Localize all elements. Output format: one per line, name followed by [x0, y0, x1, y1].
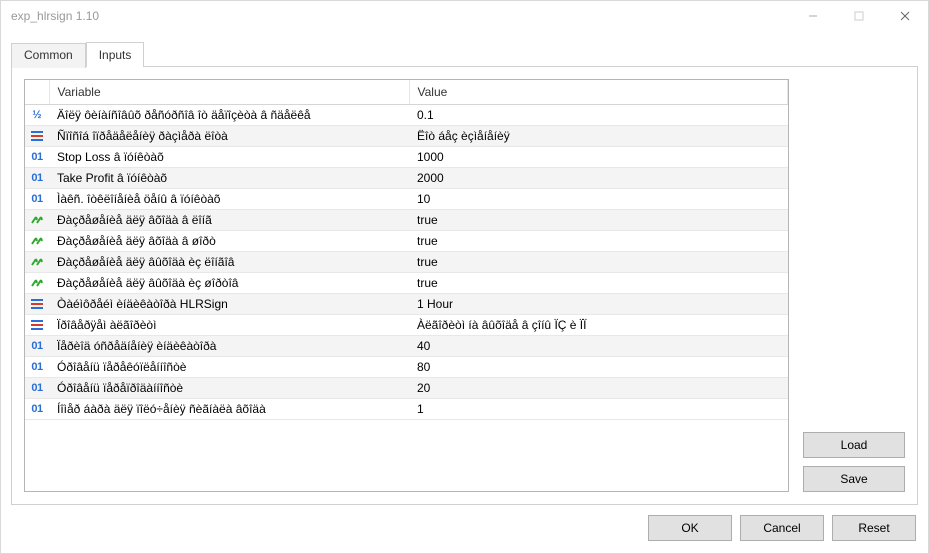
enum-type-icon — [29, 296, 45, 312]
table-row[interactable]: Ðàçðåøåíèå äëÿ âõîäà â ëîíãtrue — [25, 210, 788, 231]
row-type-icon-cell — [25, 126, 49, 147]
row-type-icon-cell: 01 — [25, 189, 49, 210]
variable-cell: Ðàçðåøåíèå äëÿ âûõîäà èç ëîíãîâ — [49, 252, 409, 273]
row-type-icon-cell — [25, 315, 49, 336]
content-area: Common Inputs Variable Value — [1, 31, 928, 505]
value-cell[interactable]: 40 — [409, 336, 788, 357]
tab-inputs[interactable]: Inputs — [86, 42, 145, 67]
value-cell[interactable]: 1000 — [409, 147, 788, 168]
variable-cell: Ïåðèîä óñðåäíåíèÿ èíäèêàòîðà — [49, 336, 409, 357]
close-button[interactable] — [882, 1, 928, 31]
int-type-icon: 01 — [29, 338, 45, 354]
table-row[interactable]: Ïðîâåðÿåì àëãîðèòìÀëãîðèòì íà âûõîäå â ç… — [25, 315, 788, 336]
row-type-icon-cell: 01 — [25, 147, 49, 168]
variable-cell: Ðàçðåøåíèå äëÿ âõîäà â ëîíã — [49, 210, 409, 231]
value-cell[interactable]: 10 — [409, 189, 788, 210]
table-row[interactable]: 01Ïåðèîä óñðåäíåíèÿ èíäèêàòîðà40 — [25, 336, 788, 357]
table-row[interactable]: 01Óðîâåíü ïåðåêóïëåííîñòè80 — [25, 357, 788, 378]
maximize-button[interactable] — [836, 1, 882, 31]
value-cell[interactable]: 80 — [409, 357, 788, 378]
load-button[interactable]: Load — [803, 432, 905, 458]
row-type-icon-cell: 01 — [25, 168, 49, 189]
variable-cell: Òàéìôðåéì èíäèêàòîðà HLRSign — [49, 294, 409, 315]
value-cell[interactable]: true — [409, 273, 788, 294]
side-buttons: Load Save — [803, 79, 905, 492]
double-type-icon: ½ — [29, 107, 45, 123]
value-cell[interactable]: 2000 — [409, 168, 788, 189]
column-header-icon[interactable] — [25, 80, 49, 105]
row-type-icon-cell: 01 — [25, 336, 49, 357]
row-type-icon-cell: 01 — [25, 378, 49, 399]
column-header-variable[interactable]: Variable — [49, 80, 409, 105]
value-cell[interactable]: Ëîò áåç èçìåíåíèÿ — [409, 126, 788, 147]
window-buttons — [790, 1, 928, 31]
table-row[interactable]: 01Óðîâåíü ïåðåïðîäàííîñòè20 — [25, 378, 788, 399]
variable-cell: Ïðîâåðÿåì àëãîðèòì — [49, 315, 409, 336]
column-header-value[interactable]: Value — [409, 80, 788, 105]
variable-cell: Ðàçðåøåíèå äëÿ âõîäà â øîðò — [49, 231, 409, 252]
int-type-icon: 01 — [29, 191, 45, 207]
tab-strip: Common Inputs — [11, 41, 918, 66]
table-row[interactable]: Ðàçðåøåíèå äëÿ âûõîäà èç ëîíãîâtrue — [25, 252, 788, 273]
row-type-icon-cell — [25, 252, 49, 273]
table-row[interactable]: Ðàçðåøåíèå äëÿ âûõîäà èç øîðòîâtrue — [25, 273, 788, 294]
variable-cell: Óðîâåíü ïåðåïðîäàííîñòè — [49, 378, 409, 399]
titlebar: exp_hlrsign 1.10 — [1, 1, 928, 31]
value-cell[interactable]: 1 Hour — [409, 294, 788, 315]
table-row[interactable]: 01Stop Loss â ïóíêòàõ1000 — [25, 147, 788, 168]
variable-cell: Ñïîñîá îïðåäåëåíèÿ ðàçìåðà ëîòà — [49, 126, 409, 147]
dialog-window: exp_hlrsign 1.10 Common Inputs — [0, 0, 929, 554]
cancel-button[interactable]: Cancel — [740, 515, 824, 541]
int-type-icon: 01 — [29, 149, 45, 165]
variable-cell: Äîëÿ ôèíàíñîâûõ ðåñóðñîâ îò äåïîçèòà â ñ… — [49, 105, 409, 126]
value-cell[interactable]: 20 — [409, 378, 788, 399]
row-type-icon-cell: 01 — [25, 399, 49, 420]
enum-type-icon — [29, 317, 45, 333]
tab-panel-inputs: Variable Value ½Äîëÿ ôèíàíñîâûõ ðåñóðñîâ… — [11, 66, 918, 505]
variable-cell: Take Profit â ïóíêòàõ — [49, 168, 409, 189]
row-type-icon-cell: ½ — [25, 105, 49, 126]
table-row[interactable]: 01Íîìåð áàðà äëÿ ïîëó÷åíèÿ ñèãíàëà âõîäà… — [25, 399, 788, 420]
dialog-footer: OK Cancel Reset — [1, 505, 928, 553]
table-row[interactable]: Òàéìôðåéì èíäèêàòîðà HLRSign1 Hour — [25, 294, 788, 315]
inputs-grid: Variable Value ½Äîëÿ ôèíàíñîâûõ ðåñóðñîâ… — [24, 79, 789, 492]
table-row[interactable]: 01Take Profit â ïóíêòàõ2000 — [25, 168, 788, 189]
row-type-icon-cell: 01 — [25, 357, 49, 378]
reset-button[interactable]: Reset — [832, 515, 916, 541]
row-type-icon-cell — [25, 273, 49, 294]
int-type-icon: 01 — [29, 380, 45, 396]
ok-button[interactable]: OK — [648, 515, 732, 541]
table-row[interactable]: 01Ìàêñ. îòêëîíåíèå öåíû â ïóíêòàõ10 — [25, 189, 788, 210]
table-row[interactable]: ½Äîëÿ ôèíàíñîâûõ ðåñóðñîâ îò äåïîçèòà â … — [25, 105, 788, 126]
row-type-icon-cell — [25, 294, 49, 315]
row-type-icon-cell — [25, 210, 49, 231]
value-cell[interactable]: true — [409, 210, 788, 231]
value-cell[interactable]: 1 — [409, 399, 788, 420]
window-title: exp_hlrsign 1.10 — [11, 9, 99, 23]
tab-common[interactable]: Common — [11, 43, 86, 68]
variable-cell: Ìàêñ. îòêëîíåíèå öåíû â ïóíêòàõ — [49, 189, 409, 210]
value-cell[interactable]: Àëãîðèòì íà âûõîäå â çîíû ÏÇ è ÏÏ — [409, 315, 788, 336]
int-type-icon: 01 — [29, 170, 45, 186]
bool-type-icon — [29, 275, 45, 291]
variable-cell: Óðîâåíü ïåðåêóïëåííîñòè — [49, 357, 409, 378]
row-type-icon-cell — [25, 231, 49, 252]
table-row[interactable]: Ðàçðåøåíèå äëÿ âõîäà â øîðòtrue — [25, 231, 788, 252]
variable-cell: Stop Loss â ïóíêòàõ — [49, 147, 409, 168]
bool-type-icon — [29, 233, 45, 249]
int-type-icon: 01 — [29, 401, 45, 417]
value-cell[interactable]: true — [409, 231, 788, 252]
variable-cell: Ðàçðåøåíèå äëÿ âûõîäà èç øîðòîâ — [49, 273, 409, 294]
bool-type-icon — [29, 212, 45, 228]
table-row[interactable]: Ñïîñîá îïðåäåëåíèÿ ðàçìåðà ëîòàËîò áåç è… — [25, 126, 788, 147]
variable-cell: Íîìåð áàðà äëÿ ïîëó÷åíèÿ ñèãíàëà âõîäà — [49, 399, 409, 420]
bool-type-icon — [29, 254, 45, 270]
save-button[interactable]: Save — [803, 466, 905, 492]
int-type-icon: 01 — [29, 359, 45, 375]
enum-type-icon — [29, 128, 45, 144]
value-cell[interactable]: true — [409, 252, 788, 273]
minimize-button[interactable] — [790, 1, 836, 31]
value-cell[interactable]: 0.1 — [409, 105, 788, 126]
